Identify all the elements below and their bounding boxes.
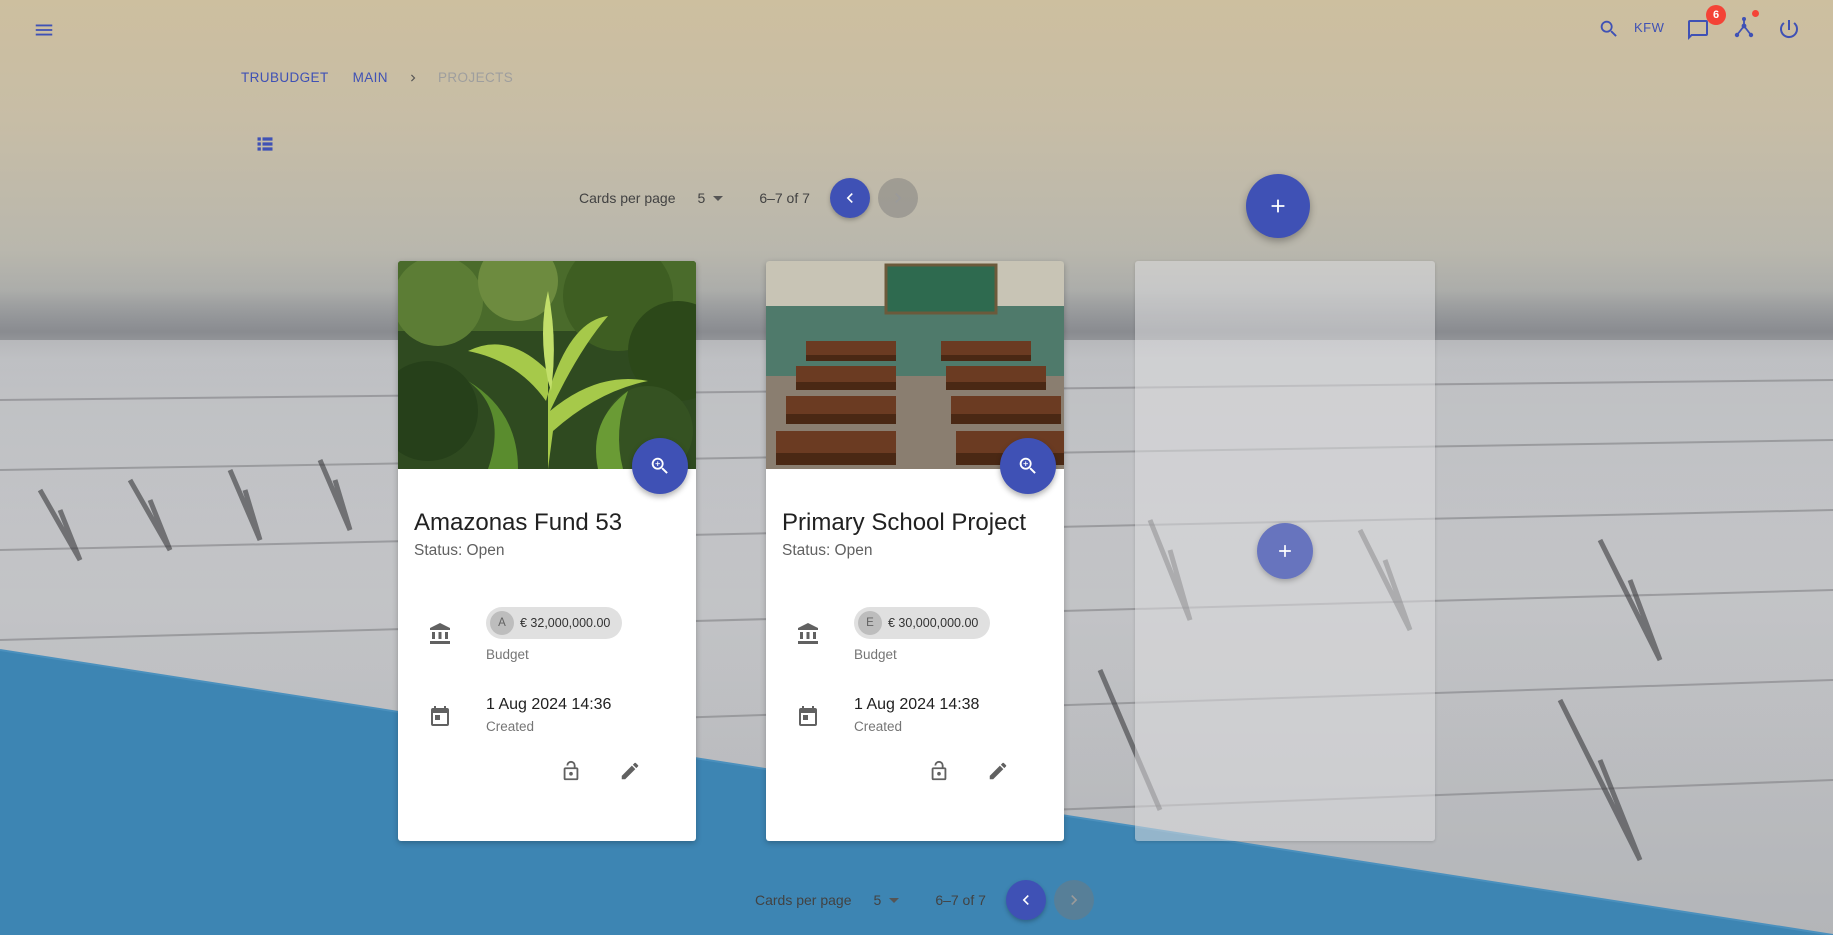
page-range-text: 6–7 of 7	[759, 190, 810, 206]
lock-open-icon	[931, 760, 947, 781]
created-date: 1 Aug 2024 14:38	[854, 696, 980, 713]
created-date: 1 Aug 2024 14:36	[486, 696, 612, 713]
view-project-button[interactable]	[632, 438, 688, 494]
bank-icon	[428, 622, 452, 651]
budget-amount: € 32,000,000.00	[520, 616, 611, 630]
pagination-bottom: Cards per page 5 6–7 of 7	[755, 880, 1102, 920]
dropdown-arrow-icon	[889, 897, 900, 903]
add-project-card[interactable]	[1135, 261, 1435, 841]
page-range-text: 6–7 of 7	[935, 892, 986, 908]
logout-button[interactable]	[1775, 15, 1803, 43]
network-alert-dot	[1752, 10, 1759, 17]
cards-per-page-label: Cards per page	[579, 190, 676, 206]
hamburger-menu-icon	[35, 24, 53, 36]
calendar-icon	[796, 704, 820, 733]
chevron-left-icon	[1022, 895, 1029, 905]
currency-avatar: A	[490, 611, 514, 635]
created-label: Created	[486, 719, 535, 734]
cards-per-page-select[interactable]: 5	[698, 190, 724, 206]
list-view-toggle[interactable]	[252, 131, 278, 157]
network-nodes-icon	[1734, 17, 1754, 38]
dropdown-arrow-icon	[713, 195, 724, 201]
project-card: Primary School Project Status: Open E € …	[766, 261, 1064, 841]
add-project-button[interactable]	[1246, 174, 1310, 238]
chat-bubble-icon	[1688, 20, 1708, 40]
breadcrumb-projects: PROJECTS	[437, 70, 514, 85]
cards-per-page-value: 5	[697, 190, 706, 206]
permissions-button[interactable]	[556, 756, 586, 786]
plus-icon	[1279, 545, 1291, 557]
edit-project-button[interactable]	[615, 756, 645, 786]
list-view-icon	[257, 137, 273, 151]
next-page-button[interactable]	[1053, 880, 1094, 920]
zoom-in-icon	[1019, 457, 1036, 474]
project-title: Amazonas Fund 53	[414, 509, 623, 536]
project-status: Status: Open	[782, 542, 873, 559]
breadcrumb-trubudget[interactable]: TRUBUDGET	[241, 70, 329, 85]
plus-icon	[1271, 199, 1285, 213]
previous-page-button[interactable]	[1005, 880, 1046, 920]
chevron-left-icon	[846, 193, 853, 203]
power-icon	[1780, 20, 1799, 39]
zoom-in-icon	[651, 457, 668, 474]
pagination-top: Cards per page 5 6–7 of 7	[579, 178, 926, 218]
breadcrumb-main[interactable]: MAIN	[353, 70, 388, 85]
budget-chip: E € 30,000,000.00	[854, 607, 991, 639]
breadcrumb: TRUBUDGET MAIN PROJECTS	[241, 70, 513, 85]
project-title: Primary School Project	[782, 509, 1027, 536]
search-button[interactable]	[1596, 16, 1622, 42]
bank-icon	[796, 622, 820, 651]
previous-page-button[interactable]	[829, 178, 870, 218]
cards-per-page-select[interactable]: 5	[874, 892, 900, 908]
add-project-card-button[interactable]	[1257, 523, 1313, 579]
next-page-button[interactable]	[877, 178, 918, 218]
search-icon	[1600, 20, 1617, 37]
menu-button[interactable]	[30, 16, 58, 44]
currency-avatar: E	[858, 611, 882, 635]
budget-label: Budget	[486, 647, 529, 662]
view-project-button[interactable]	[1000, 438, 1056, 494]
lock-open-icon	[563, 760, 579, 781]
edit-project-button[interactable]	[983, 756, 1013, 786]
project-image-classroom	[766, 261, 1064, 469]
notification-count-badge: 6	[1706, 5, 1726, 25]
pencil-icon	[621, 762, 639, 780]
calendar-icon	[428, 704, 452, 733]
cards-per-page-value: 5	[873, 892, 882, 908]
created-label: Created	[854, 719, 903, 734]
budget-amount: € 30,000,000.00	[888, 616, 979, 630]
budget-chip: A € 32,000,000.00	[486, 607, 623, 639]
budget-label: Budget	[854, 647, 897, 662]
chevron-right-icon	[1071, 895, 1078, 905]
cards-per-page-label: Cards per page	[755, 892, 852, 908]
project-card: Amazonas Fund 53 Status: Open A € 32,000…	[398, 261, 696, 841]
project-status: Status: Open	[414, 542, 505, 559]
network-status-button[interactable]	[1730, 14, 1758, 42]
user-organization-label: KFW	[1634, 20, 1665, 35]
project-image-rainforest	[398, 261, 696, 469]
chevron-right-icon	[895, 193, 902, 203]
chevron-right-icon	[406, 71, 420, 85]
permissions-button[interactable]	[924, 756, 954, 786]
pencil-icon	[989, 762, 1007, 780]
